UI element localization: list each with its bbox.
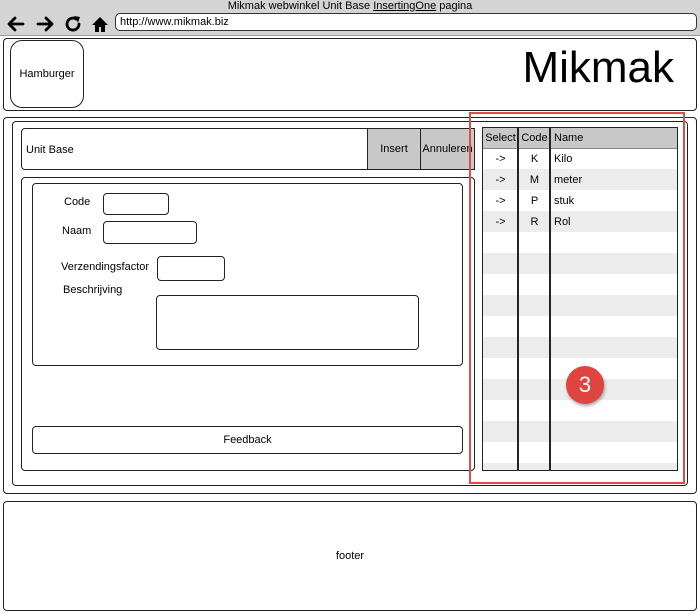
beschrijving-textarea[interactable]	[156, 295, 419, 350]
code-label: Code	[64, 196, 91, 208]
reload-icon[interactable]	[63, 14, 83, 34]
annotation-badge: 3	[566, 366, 604, 404]
cancel-button[interactable]: Annuleren	[420, 128, 475, 170]
highlight-box	[469, 112, 685, 484]
address-bar[interactable]: http://www.mikmak.biz	[115, 13, 697, 31]
site-logo: Mikmak	[522, 43, 674, 92]
back-arrow-icon[interactable]	[6, 14, 26, 34]
naam-input[interactable]	[103, 221, 197, 244]
hamburger-button[interactable]: Hamburger	[10, 40, 84, 108]
home-icon[interactable]	[90, 14, 110, 34]
forward-arrow-icon[interactable]	[35, 14, 55, 34]
naam-label: Naam	[62, 225, 92, 237]
window-title: Mikmak webwinkel Unit Base InsertingOne …	[227, 0, 473, 12]
verzendingsfactor-label: Verzendingsfactor	[61, 261, 150, 273]
beschrijving-label: Beschrijving	[63, 284, 123, 296]
code-input[interactable]	[103, 193, 169, 215]
verzendingsfactor-input[interactable]	[157, 256, 225, 281]
page-title: Unit Base	[26, 144, 74, 156]
insert-button[interactable]: Insert	[367, 128, 421, 170]
feedback-box: Feedback	[32, 426, 463, 454]
footer: footer	[3, 501, 697, 611]
